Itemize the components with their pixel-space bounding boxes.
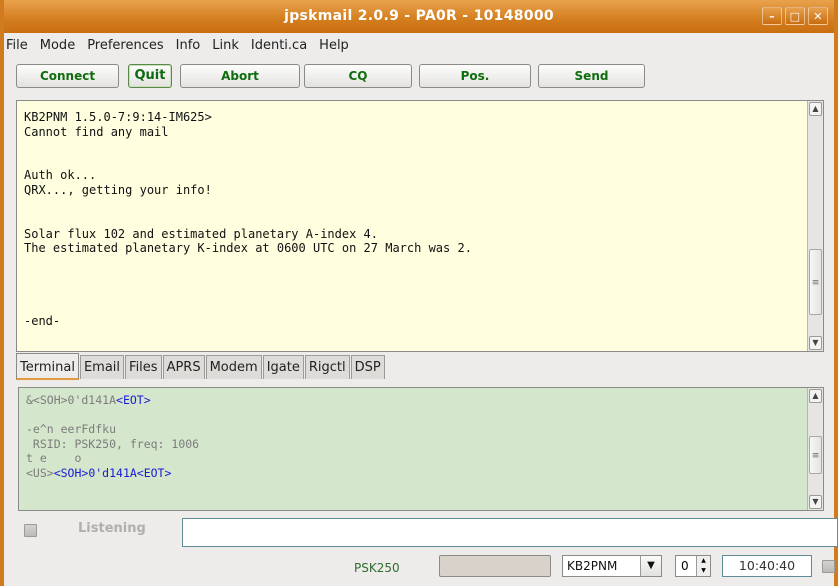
clock-display: 10:40:40: [722, 555, 812, 577]
mode-label: PSK250: [354, 561, 400, 575]
tab-rigctl[interactable]: Rigctl: [304, 355, 350, 379]
scroll-up-icon[interactable]: ▲: [809, 389, 822, 403]
status-checkbox[interactable]: [822, 560, 835, 573]
menu-bar: File Mode Preferences Info Link Identi.c…: [4, 33, 834, 57]
tab-email[interactable]: Email: [79, 355, 125, 379]
app-window: jpskmail 2.0.9 - PA0R - 10148000 – □ ✕ F…: [0, 0, 838, 586]
listening-checkbox[interactable]: [24, 524, 37, 537]
rx-monitor[interactable]: &<SOH>0'd141A<EOT> -e^n eerFdfku RSID: P…: [18, 387, 824, 511]
signal-level-bar: [439, 555, 551, 577]
transmit-input[interactable]: [182, 518, 838, 547]
scroll-up-icon[interactable]: ▲: [809, 102, 822, 116]
scroll-down-icon[interactable]: ▼: [809, 336, 822, 350]
abort-button[interactable]: Abort: [180, 64, 300, 88]
scroll-down-icon[interactable]: ▼: [809, 495, 822, 509]
terminal-text: KB2PNM 1.5.0-7:9:14-IM625> Cannot find an…: [24, 110, 814, 329]
cq-button[interactable]: CQ: [304, 64, 412, 88]
callsign-value: KB2PNM: [567, 559, 618, 573]
terminal-line: Cannot find any mail: [24, 124, 169, 139]
tab-igate[interactable]: Igate: [262, 355, 304, 379]
terminal-line: Solar flux 102 and estimated planetary A…: [24, 226, 379, 241]
rx-line: -e^n eerFdfku: [26, 422, 117, 437]
maximize-icon[interactable]: □: [785, 7, 805, 25]
chevron-down-icon[interactable]: ▼: [640, 556, 661, 576]
terminal-output[interactable]: KB2PNM 1.5.0-7:9:14-IM625> Cannot find an…: [16, 100, 824, 352]
rx-line: RSID: PSK250, freq: 1006: [26, 436, 200, 451]
tab-dsp[interactable]: DSP: [350, 355, 385, 379]
minimize-icon[interactable]: –: [762, 7, 782, 25]
quit-button[interactable]: Quit: [128, 64, 172, 88]
menu-identica[interactable]: Identi.ca: [245, 38, 313, 53]
tab-modem[interactable]: Modem: [205, 355, 262, 379]
rx-line: [26, 408, 199, 423]
tab-files[interactable]: Files: [125, 355, 162, 379]
rx-text: &<SOH>0'd141A<EOT> -e^n eerFdfku RSID: P…: [26, 393, 199, 481]
terminal-line: QRX..., getting your info!: [24, 182, 212, 197]
terminal-line: Auth ok...: [24, 168, 97, 183]
spinner-value: 0: [681, 559, 689, 573]
scroll-thumb[interactable]: ≡: [809, 249, 822, 315]
rx-segment-highlight: <EOT>: [116, 393, 151, 407]
terminal-scrollbar[interactable]: ▲ ≡ ▼: [807, 101, 823, 351]
terminal-line: The estimated planetary K-index at 0600 …: [24, 241, 472, 256]
close-icon[interactable]: ✕: [808, 7, 828, 25]
position-button[interactable]: Pos.: [419, 64, 531, 88]
menu-preferences[interactable]: Preferences: [81, 38, 169, 53]
tab-bar: Terminal Email Files APRS Modem Igate Ri…: [16, 353, 386, 380]
rx-line: <US><SOH>0'd141A<EOT>: [26, 466, 199, 481]
rx-segment: <US>: [26, 465, 54, 480]
menu-link[interactable]: Link: [206, 38, 245, 53]
menu-help[interactable]: Help: [313, 38, 355, 53]
terminal-line: KB2PNM 1.5.0-7:9:14-IM625>: [24, 110, 212, 124]
spinner-arrows-icon[interactable]: ▲ ▼: [696, 556, 710, 576]
callsign-select[interactable]: KB2PNM ▼: [562, 555, 662, 577]
terminal-line: -end-: [24, 314, 61, 329]
send-button[interactable]: Send: [538, 64, 645, 88]
menu-info[interactable]: Info: [170, 38, 207, 53]
rx-segment-highlight: <SOH>0'd141A<EOT>: [53, 465, 172, 480]
menu-file[interactable]: File: [4, 38, 34, 53]
channel-spinner[interactable]: 0 ▲ ▼: [675, 555, 711, 577]
tab-terminal[interactable]: Terminal: [16, 353, 79, 380]
connect-button[interactable]: Connect: [16, 64, 119, 88]
rx-line: &<SOH>0'd141A<EOT>: [26, 393, 199, 408]
rx-segment: &<SOH>0'd141A: [26, 393, 117, 407]
window-title: jpskmail 2.0.9 - PA0R - 10148000: [284, 8, 554, 24]
rx-line: t e o: [26, 451, 82, 466]
title-bar: jpskmail 2.0.9 - PA0R - 10148000 – □ ✕: [4, 0, 834, 33]
tab-aprs[interactable]: APRS: [162, 355, 205, 379]
rx-scrollbar[interactable]: ▲ ≡ ▼: [807, 388, 823, 510]
menu-mode[interactable]: Mode: [34, 38, 81, 53]
scroll-thumb[interactable]: ≡: [809, 436, 822, 474]
listening-label: Listening: [78, 521, 146, 536]
